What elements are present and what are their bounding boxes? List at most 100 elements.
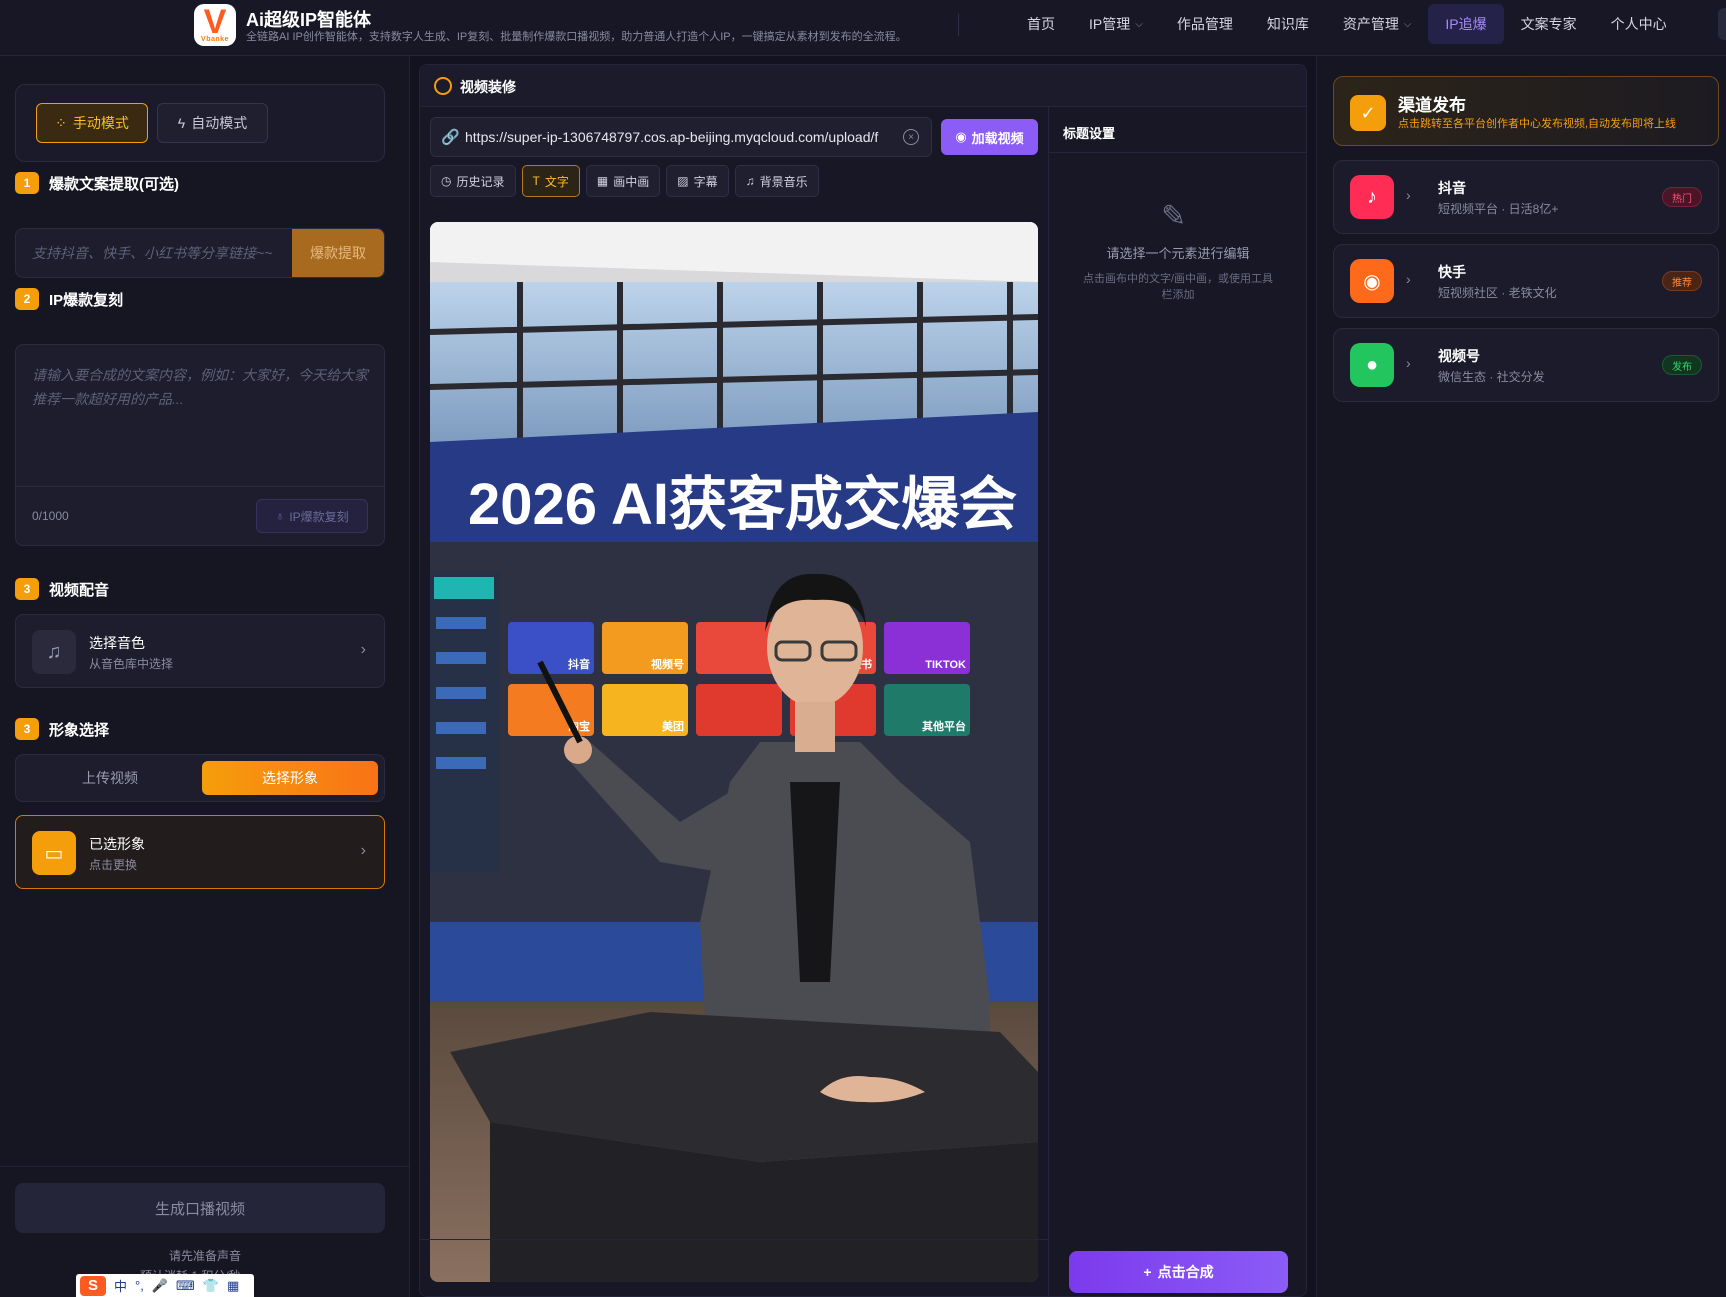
sogou-logo-icon[interactable]: S <box>80 1275 106 1296</box>
tool-history[interactable]: ◷ 历史记录 <box>430 165 516 197</box>
smile-icon <box>434 77 452 95</box>
voice-card-title: 选择音色 <box>89 635 145 651</box>
auto-mode-button[interactable]: ϟ 自动模式 <box>157 103 268 143</box>
ime-language[interactable]: 中 <box>114 1276 127 1295</box>
preview-scene: 2026 AI获客成交爆会 抖音视频号小红书TIKTOK淘宝美团其他平台 <box>430 222 1038 1282</box>
nav-item-works[interactable]: 作品管理 <box>1160 4 1250 44</box>
nav-scroll-edge <box>1718 8 1726 40</box>
tab-upload-video[interactable]: 上传视频 <box>22 761 198 795</box>
nav-item-ip-management[interactable]: IP管理 ⌵ <box>1072 4 1160 44</box>
podium <box>450 1012 1038 1282</box>
section-extract-title: 1 爆款文案提取(可选) <box>15 172 179 194</box>
publish-badge: 发布 <box>1662 355 1702 375</box>
tool-label: 历史记录 <box>456 174 505 189</box>
nav-item-ip-trend[interactable]: IP追爆 <box>1428 4 1504 44</box>
clear-icon[interactable]: × <box>903 129 919 145</box>
generate-video-button[interactable]: 生成口播视频 <box>15 1183 385 1233</box>
selected-avatar-card[interactable]: ▭ 已选形象 点击更换 › <box>15 815 385 889</box>
nav-label: IP管理 <box>1089 16 1131 32</box>
tool-text[interactable]: T 文字 <box>521 165 580 197</box>
chevron-right-icon: › <box>360 842 366 859</box>
screen-tile-label: 抖音 <box>568 657 590 671</box>
video-url-field: 🔗 × <box>430 117 932 157</box>
recommend-badge: 推荐 <box>1662 271 1702 291</box>
ime-punctuation[interactable]: °, <box>135 1278 144 1293</box>
app-logo[interactable]: V Vbanke <box>194 4 236 46</box>
editor-toolbar: ◷ 历史记录 T 文字 ▦ 画中画 ▨ 字幕 ♫ 背景音乐 <box>430 165 819 197</box>
tab-choose-avatar[interactable]: 选择形象 <box>202 761 378 795</box>
keyboard-icon[interactable]: ⌨ <box>176 1278 195 1294</box>
video-camera-icon: ▭ <box>32 831 76 875</box>
grid-icon[interactable]: ▦ <box>227 1278 239 1294</box>
screen-tile-label: 其他平台 <box>922 719 966 733</box>
ime-toolbar: S 中 °, 🎤 ⌨ 👕 ▦ <box>76 1274 254 1297</box>
main-nav: 首页 IP管理 ⌵ 作品管理 知识库 资产管理 ⌵ IP追爆 文案专家 个人中心 <box>1010 0 1684 48</box>
screen-tile <box>696 684 782 736</box>
nav-item-assets[interactable]: 资产管理 ⌵ <box>1326 4 1429 44</box>
manual-mode-label: 手动模式 <box>72 115 129 131</box>
skin-icon[interactable]: 👕 <box>203 1278 219 1294</box>
platform-desc: 短视频平台 · 日活8亿+ <box>1438 202 1559 216</box>
check-circle-icon: ✓ <box>1350 95 1386 131</box>
logo-text: Vbanke <box>201 36 229 43</box>
section-avatar-title: 3 形象选择 <box>15 718 109 740</box>
tool-background-music[interactable]: ♫ 背景音乐 <box>734 165 819 197</box>
settings-title: 标题设置 <box>1063 126 1116 141</box>
platform-douyin[interactable]: ♪ › 抖音 短视频平台 · 日活8亿+ 热门 <box>1333 160 1719 234</box>
left-panel: ⁘ 手动模式 ϟ 自动模式 1 爆款文案提取(可选) 爆款提取 2 IP爆款复刻… <box>0 56 410 1297</box>
manual-mode-button[interactable]: ⁘ 手动模式 <box>36 103 148 143</box>
plus-icon: + <box>1143 1264 1152 1280</box>
share-link-input[interactable] <box>16 229 292 277</box>
screen-tile-label: 美团 <box>662 719 684 733</box>
step-badge: 2 <box>15 288 39 310</box>
chevron-right-icon: › <box>360 641 366 658</box>
ip-replicate-button[interactable]: ♁ IP爆款复刻 <box>256 499 368 533</box>
channel-publish-header: ✓ 渠道发布 点击跳转至各平台创作者中心发布视频,自动发布即将上线 <box>1333 76 1719 146</box>
extract-row: 爆款提取 <box>15 228 385 278</box>
copy-textarea[interactable] <box>16 345 384 485</box>
clock-icon: ◷ <box>441 174 452 188</box>
mode-switch: ⁘ 手动模式 ϟ 自动模式 <box>15 84 385 162</box>
avatar-card-subtitle: 点击更换 <box>89 858 138 872</box>
tool-subtitles[interactable]: ▨ 字幕 <box>666 165 729 197</box>
nav-label: 文案专家 <box>1520 16 1577 32</box>
video-preview-canvas[interactable]: 2026 AI获客成交爆会 抖音视频号小红书TIKTOK淘宝美团其他平台 <box>430 222 1038 1282</box>
tool-label: 文字 <box>544 174 569 189</box>
video-url-input[interactable] <box>465 118 897 156</box>
nav-item-knowledge[interactable]: 知识库 <box>1250 4 1326 44</box>
chevron-down-icon: ⌵ <box>1135 18 1143 30</box>
nav-label: 个人中心 <box>1610 16 1667 32</box>
preview-bottom-border <box>420 1239 1048 1240</box>
banner-text: 2026 AI获客成交爆会 <box>468 472 1017 537</box>
step-badge: 1 <box>15 172 39 194</box>
tool-label: 画中画 <box>613 174 650 189</box>
microphone-icon[interactable]: 🎤 <box>152 1278 168 1294</box>
right-panel: ✓ 渠道发布 点击跳转至各平台创作者中心发布视频,自动发布即将上线 ♪ › 抖音… <box>1316 56 1726 1297</box>
app-subtitle: 全链路AI IP创作智能体，支持数字人生成、IP复刻、批量制作爆款口播视频，助力… <box>246 31 907 43</box>
platform-kuaishou[interactable]: ◉ › 快手 短视频社区 · 老铁文化 推荐 <box>1333 244 1719 318</box>
step-badge: 3 <box>15 578 39 600</box>
music-note-icon: ♫ <box>32 630 76 674</box>
logo-letter: V <box>203 4 227 41</box>
nav-label: 知识库 <box>1266 16 1309 32</box>
compose-button[interactable]: + 点击合成 <box>1069 1251 1288 1293</box>
extract-button[interactable]: 爆款提取 <box>292 229 384 277</box>
nav-label: 作品管理 <box>1176 16 1233 32</box>
nav-label: IP追爆 <box>1445 16 1487 32</box>
play-circle-icon: ◉ <box>955 129 967 144</box>
nav-label: 首页 <box>1027 16 1055 32</box>
nav-item-profile[interactable]: 个人中心 <box>1594 4 1684 44</box>
compose-label: 点击合成 <box>1157 1264 1214 1280</box>
screen-tile-label: TIKTOK <box>925 659 966 671</box>
video-decoration-panel: 视频装修 🔗 × ◉ 加载视频 ◷ 历史记录 T 文字 ▦ 画中画 ▨ 字幕 ♫ 背景音乐 <box>419 64 1307 1297</box>
nav-item-home[interactable]: 首页 <box>1010 4 1072 44</box>
tool-picture-in-picture[interactable]: ▦ 画中画 <box>585 165 661 197</box>
panel-title: 视频装修 <box>460 79 516 95</box>
voice-select-card[interactable]: ♫ 选择音色 从音色库中选择 › <box>15 614 385 688</box>
nav-item-copy-expert[interactable]: 文案专家 <box>1504 4 1594 44</box>
platform-wechat-channels[interactable]: ● › 视频号 微信生态 · 社交分发 发布 <box>1333 328 1719 402</box>
avatar-card-title: 已选形象 <box>89 836 145 852</box>
section-replicate-title: 2 IP爆款复刻 <box>15 288 123 310</box>
load-video-button[interactable]: ◉ 加载视频 <box>941 119 1038 155</box>
title-settings-panel: 标题设置 ✎ 请选择一个元素进行编辑 点击画布中的文字/画中画，或使用工具栏添加… <box>1048 107 1307 1297</box>
